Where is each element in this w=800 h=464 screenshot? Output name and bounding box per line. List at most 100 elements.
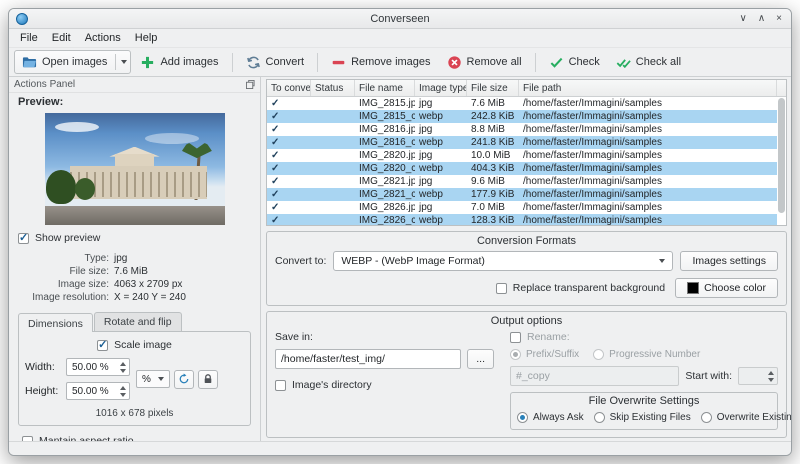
col-file-size[interactable]: File size — [467, 80, 519, 96]
spin-down-icon[interactable] — [120, 368, 126, 373]
table-row[interactable]: ✓ IMG_2815_co... webp 242.8 KiB/home/faster… — [267, 110, 777, 123]
table-row[interactable]: ✓ IMG_2821_co... webp 177.9 KiB/home/faster… — [267, 188, 777, 201]
row-checkbox[interactable]: ✓ — [267, 216, 311, 226]
row-checkbox[interactable]: ✓ — [267, 138, 311, 148]
col-image-type[interactable]: Image type — [415, 80, 467, 96]
width-value: 50.00 % — [72, 361, 109, 373]
rename-pattern-input[interactable]: #_copy — [510, 366, 680, 386]
row-checkbox[interactable]: ✓ — [267, 164, 311, 174]
tab-rotate-flip[interactable]: Rotate and flip — [93, 312, 182, 331]
images-directory-checkbox[interactable] — [275, 379, 286, 391]
unit-value: % — [142, 373, 151, 385]
skip-existing-radio[interactable] — [593, 412, 605, 423]
images-settings-label: Images settings — [692, 255, 766, 267]
format-combobox[interactable]: WEBP - (WebP Image Format) — [333, 251, 674, 271]
minimize-button[interactable]: ∨ — [740, 13, 747, 24]
save-path-input[interactable]: /home/faster/test_img/ — [275, 349, 462, 369]
float-panel-icon[interactable] — [246, 80, 255, 89]
maintain-ratio-checkbox[interactable] — [22, 435, 33, 441]
menu-file[interactable]: File — [13, 31, 45, 45]
always-ask-radio[interactable] — [517, 412, 528, 423]
type-label: Type: — [84, 253, 109, 264]
progressive-number-radio[interactable] — [593, 349, 605, 360]
spin-up-icon[interactable] — [120, 361, 126, 366]
remove-all-button[interactable]: Remove all — [440, 52, 529, 73]
file-list-header: To convert Status File name Image type F… — [267, 80, 786, 97]
lock-ratio-button[interactable] — [197, 369, 218, 389]
scale-image-checkbox[interactable] — [97, 338, 109, 351]
col-file-name[interactable]: File name — [355, 80, 415, 96]
result-pixels-label: 1016 x 678 pixels — [95, 408, 174, 419]
start-with-label: Start with: — [685, 370, 732, 382]
table-row[interactable]: ✓ IMG_2820.jpg jpg 10.0 MiB/home/faster/Imm… — [267, 149, 777, 162]
table-scrollbar[interactable] — [778, 98, 785, 223]
choose-color-button[interactable]: Choose color — [675, 278, 778, 298]
table-row[interactable]: ✓ IMG_2815.jpg jpg 7.6 MiB/home/faster/Imma… — [267, 97, 777, 110]
row-checkbox[interactable]: ✓ — [267, 203, 311, 213]
menu-edit[interactable]: Edit — [45, 31, 78, 45]
start-with-spinbox[interactable] — [738, 367, 778, 385]
row-size: 242.8 KiB — [471, 111, 515, 122]
color-swatch-icon — [687, 282, 700, 294]
row-checkbox[interactable]: ✓ — [267, 112, 311, 122]
table-row[interactable]: ✓ IMG_2826.jpg jpg 7.0 MiB/home/faster/Imma… — [267, 201, 777, 214]
col-to-convert[interactable]: To convert — [267, 80, 311, 96]
remove-images-button[interactable]: Remove images — [324, 52, 437, 73]
ground-shape — [44, 205, 225, 225]
menu-help[interactable]: Help — [128, 31, 165, 45]
table-row[interactable]: ✓ IMG_2816_co... webp 241.8 KiB/home/faster… — [267, 136, 777, 149]
spin-down-icon[interactable] — [120, 392, 126, 397]
open-images-button[interactable]: Open images — [14, 50, 132, 74]
tab-dimensions[interactable]: Dimensions — [18, 313, 93, 332]
show-preview-checkbox[interactable] — [18, 231, 29, 244]
button-separator — [115, 54, 117, 70]
convert-button[interactable]: Convert — [239, 52, 312, 73]
palm-crown-shape — [181, 142, 212, 159]
menu-actions[interactable]: Actions — [78, 31, 128, 45]
table-row[interactable]: ✓ IMG_2826_co... webp 128.3 KiB/home/faster… — [267, 214, 777, 225]
dimension-tabs: Dimensions Rotate and flip — [18, 312, 251, 332]
images-settings-button[interactable]: Images settings — [680, 251, 778, 271]
check-all-button[interactable]: Check all — [609, 52, 688, 73]
check-button[interactable]: Check — [542, 52, 607, 73]
height-spinbox[interactable]: 50.00 % — [66, 382, 130, 400]
maximize-button[interactable]: ∧ — [758, 13, 765, 24]
overwrite-existing-radio[interactable] — [700, 412, 712, 423]
rename-checkbox[interactable] — [510, 331, 521, 343]
row-checkbox[interactable]: ✓ — [267, 177, 311, 187]
col-file-path[interactable]: File path — [519, 80, 777, 96]
row-checkbox[interactable]: ✓ — [267, 99, 311, 109]
open-dropdown-icon[interactable] — [121, 60, 128, 64]
reset-dimensions-button[interactable] — [173, 369, 194, 389]
col-status[interactable]: Status — [311, 80, 355, 96]
row-type: jpg — [419, 202, 433, 213]
row-checkbox[interactable]: ✓ — [267, 125, 311, 135]
row-checkbox[interactable]: ✓ — [267, 190, 311, 200]
row-path: /home/faster/Immagini/samples — [523, 189, 662, 200]
spin-down-icon[interactable] — [768, 377, 774, 382]
toolbar-separator — [534, 52, 536, 72]
chevron-down-icon — [659, 259, 666, 263]
unit-combobox[interactable]: % — [136, 370, 170, 388]
prefix-suffix-radio[interactable] — [510, 349, 521, 360]
row-checkbox[interactable]: ✓ — [267, 151, 311, 161]
add-images-button[interactable]: Add images — [133, 52, 225, 73]
browse-button[interactable]: ... — [467, 349, 494, 369]
table-row[interactable]: ✓ IMG_2820_co... webp 404.3 KiB/home/faster… — [267, 162, 777, 175]
cloud-shape — [54, 122, 99, 132]
images-directory-option: Image's directory — [275, 379, 494, 391]
scrollbar-thumb[interactable] — [778, 98, 785, 213]
toolbar: Open images Add images Convert Remove im… — [9, 47, 791, 77]
check-icon — [549, 55, 564, 70]
spin-up-icon[interactable] — [120, 385, 126, 390]
titlebar[interactable]: Converseen ∨ ∧ × — [9, 9, 791, 29]
table-row[interactable]: ✓ IMG_2816.jpg jpg 8.8 MiB/home/faster/Imma… — [267, 123, 777, 136]
close-button[interactable]: × — [776, 13, 782, 24]
replace-bg-checkbox[interactable] — [495, 282, 507, 294]
width-spinbox[interactable]: 50.00 % — [66, 358, 130, 376]
resolution-label: Image resolution: — [32, 292, 109, 303]
table-row[interactable]: ✓ IMG_2821.jpg jpg 9.6 MiB/home/faster/Imma… — [267, 175, 777, 188]
convert-to-label: Convert to: — [275, 255, 327, 267]
spin-up-icon[interactable] — [768, 370, 774, 375]
image-size-label: Image size: — [57, 279, 109, 290]
